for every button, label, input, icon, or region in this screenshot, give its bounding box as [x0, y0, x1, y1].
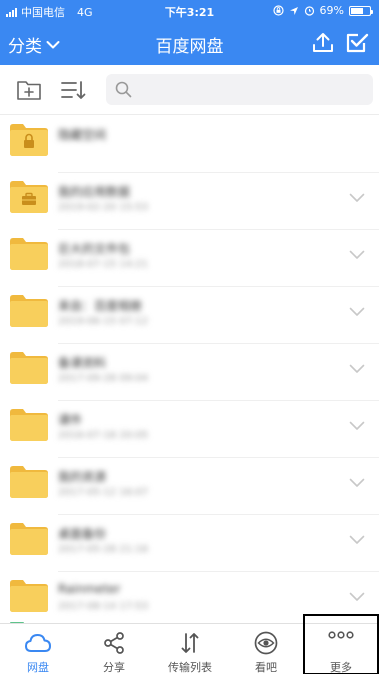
file-meta: 2017-08-14 17:53 [58, 601, 149, 612]
tab-label: 网盘 [27, 661, 49, 674]
transfer-icon [181, 633, 199, 653]
baidu-netdisk-app: 中国电信 4G 下午3:21 69% 分类 百度网盘 隐藏空间 我的应用数据 2… [0, 0, 379, 674]
file-row[interactable]: 我的资源 2017-05-12 16:07 [0, 458, 379, 515]
more-icon [328, 631, 354, 639]
battery-fill [351, 7, 364, 14]
file-toolbar [0, 65, 379, 115]
chevron-down-icon[interactable] [349, 193, 365, 203]
file-meta: 2017-05-28 21:16 [58, 544, 149, 555]
tab-watch[interactable]: 看吧 [228, 624, 304, 674]
tab-netdisk[interactable]: 网盘 [0, 624, 76, 674]
location-icon [289, 6, 298, 15]
search-input[interactable] [138, 78, 363, 101]
file-name: 来自：百度相册 [58, 299, 143, 313]
tab-more[interactable]: 更多 [303, 614, 379, 674]
lock-folder-icon [10, 124, 48, 156]
file-meta: 2016-07-18 20:05 [58, 430, 149, 441]
alarm-icon [304, 6, 314, 16]
file-list: 隐藏空间 我的应用数据 2019-02-20 15:53 巨大的文件包 2018… [0, 116, 379, 621]
chevron-down-icon[interactable] [349, 364, 365, 374]
battery-icon [349, 5, 373, 16]
orientation-lock-icon [272, 5, 284, 16]
category-label: 分类 [8, 37, 42, 57]
upload-icon [313, 33, 333, 52]
category-dropdown[interactable]: 分类 [8, 32, 60, 57]
sort-icon [61, 81, 86, 99]
file-name: 巨大的文件包 [58, 242, 131, 256]
top-nav-bar: 分类 百度网盘 [0, 21, 379, 65]
tab-label: 更多 [330, 661, 352, 674]
battery-percent: 69% [319, 4, 344, 17]
eye-icon [254, 631, 278, 655]
status-bar: 中国电信 4G 下午3:21 69% [0, 0, 379, 21]
chevron-down-icon[interactable] [349, 478, 365, 488]
folder-icon [10, 352, 48, 384]
folder-icon [10, 238, 48, 270]
file-name: 我的应用数据 [58, 185, 131, 199]
file-row-hidden-space[interactable]: 隐藏空间 [0, 116, 379, 173]
file-meta: 2019-02-20 15:53 [58, 202, 149, 213]
file-meta: 2017-09-28 09:04 [58, 373, 149, 384]
file-row[interactable]: 课件 2016-07-18 20:05 [0, 401, 379, 458]
chevron-down-icon[interactable] [349, 592, 365, 602]
file-name: 课件 [58, 413, 83, 427]
folder-icon [10, 409, 48, 441]
chevron-down-icon[interactable] [349, 307, 365, 317]
cloud-icon [25, 634, 51, 652]
chevron-down-icon[interactable] [349, 421, 365, 431]
file-row[interactable]: 备课资料 2017-09-28 09:04 [0, 344, 379, 401]
share-icon [104, 632, 124, 654]
file-row[interactable]: 来自：百度相册 2019-06-15 07:12 [0, 287, 379, 344]
file-row[interactable]: 桌面备份 2017-05-28 21:16 [0, 515, 379, 572]
file-meta: 2019-06-15 07:12 [58, 316, 149, 327]
tab-transfer-list[interactable]: 传输列表 [152, 624, 228, 674]
sort-button[interactable] [60, 78, 86, 102]
tab-label: 看吧 [255, 661, 277, 674]
bottom-tab-bar: 网盘 分享 传输列表 看吧 更多 [0, 614, 379, 674]
upload-button[interactable] [311, 31, 335, 55]
folder-icon [10, 580, 48, 612]
tab-share[interactable]: 分享 [76, 624, 152, 674]
new-folder-icon [17, 81, 41, 100]
folder-icon [10, 466, 48, 498]
briefcase-folder-icon [10, 181, 48, 213]
file-name: 桌面备份 [58, 527, 107, 541]
folder-icon [10, 295, 48, 327]
chevron-down-icon[interactable] [349, 250, 365, 260]
checkbox-icon [346, 33, 369, 53]
file-name: 隐藏空间 [58, 128, 107, 142]
new-folder-button[interactable] [16, 78, 42, 102]
file-meta: 2018-07-15 14:21 [58, 259, 149, 270]
status-right: 69% [272, 4, 373, 17]
file-name: Rainmeter [58, 582, 121, 596]
tab-label: 传输列表 [168, 661, 212, 674]
file-name: 备课资料 [58, 356, 107, 370]
file-row[interactable]: 巨大的文件包 2018-07-15 14:21 [0, 230, 379, 287]
file-row-app-data[interactable]: 我的应用数据 2019-02-20 15:53 [0, 173, 379, 230]
file-meta: 2017-05-12 16:07 [58, 487, 149, 498]
file-name: 我的资源 [58, 470, 107, 484]
chevron-down-icon [46, 40, 60, 48]
folder-icon [10, 523, 48, 555]
chevron-down-icon[interactable] [349, 535, 365, 545]
select-mode-button[interactable] [345, 31, 369, 55]
tab-label: 分享 [103, 661, 125, 674]
search-icon [115, 81, 132, 98]
search-box[interactable] [106, 74, 373, 105]
